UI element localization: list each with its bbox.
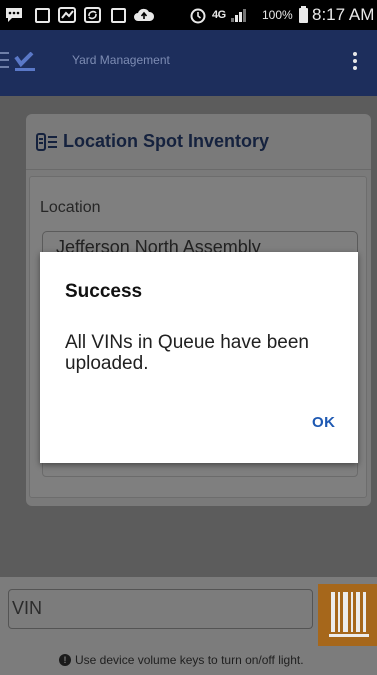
alarm-icon [188,0,208,30]
sync-icon [82,0,102,30]
chat-icon [2,0,26,30]
dialog-message: All VINs in Queue have been uploaded. [65,332,309,374]
missed-call-icon [56,0,78,30]
dialog-title: Success [65,281,143,302]
success-dialog: Success All VINs in Queue have been uplo… [40,252,358,463]
panel-header: Location Spot Inventory [26,114,371,170]
battery-percent: 100% [262,8,293,22]
calendar-icon [32,0,52,30]
panel-title: Location Spot Inventory [63,131,270,151]
vin-placeholder: VIN [12,598,43,618]
app-title: Yard Management [72,53,170,67]
battery-icon [299,6,308,23]
vin-entry-bar: VIN ! Use device volume keys to turn on/… [0,577,377,675]
barcode-icon [329,592,369,637]
clock: 8:17 AM [312,5,375,24]
overflow-menu-icon[interactable] [351,49,359,73]
status-bar: 4G 100% 8:17 AM [0,0,377,30]
app-logo [14,51,36,72]
ok-button[interactable]: OK [312,414,336,431]
cloud-upload-icon [132,0,156,30]
menu-icon[interactable] [0,52,9,70]
volume-hint: ! Use device volume keys to turn on/off … [59,653,304,667]
app-bar: Yard Management [0,30,377,96]
barcode-scan-button[interactable] [318,584,377,646]
date-icon [108,0,128,30]
hint-text: Use device volume keys to turn on/off li… [75,653,304,667]
location-label: Location [40,199,101,216]
signal-icon [231,9,246,22]
vin-input[interactable]: VIN [8,589,313,629]
inventory-list-icon [36,133,58,151]
info-icon: ! [59,654,71,666]
network-type: 4G [212,9,226,21]
